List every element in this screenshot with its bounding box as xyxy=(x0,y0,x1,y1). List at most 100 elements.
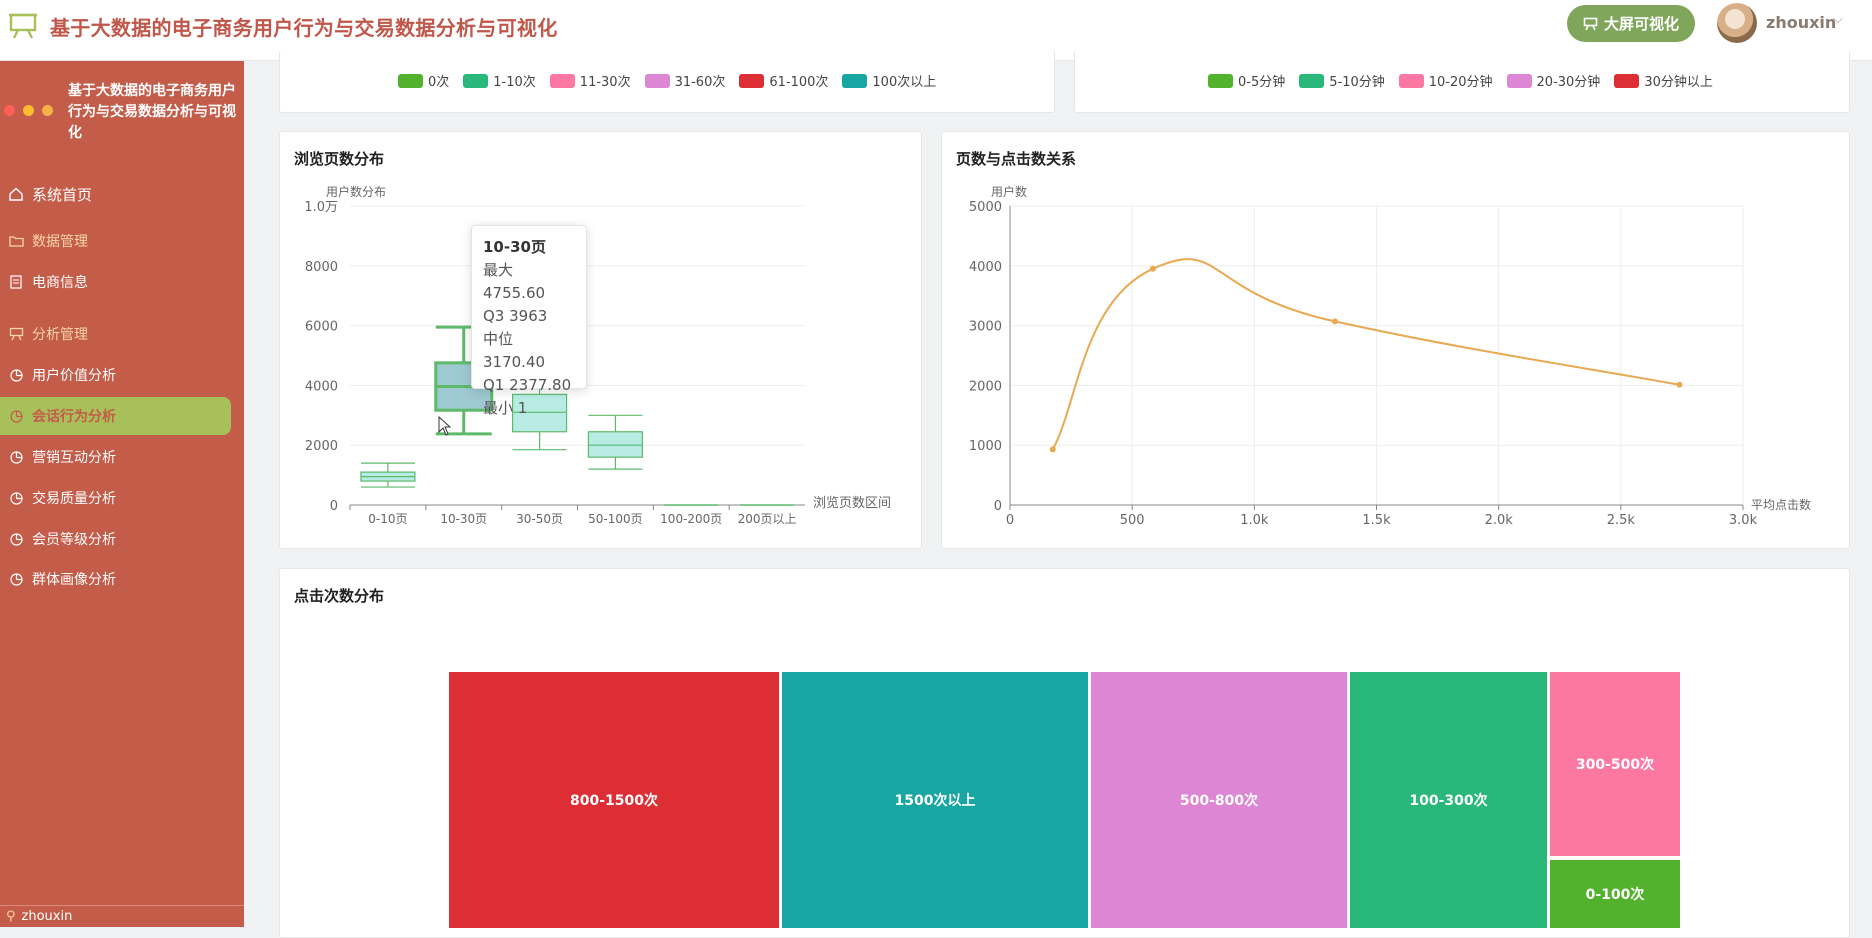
card-title: 点击次数分布 xyxy=(294,587,385,605)
legend-item[interactable]: 20-30分钟 xyxy=(1506,71,1601,90)
sidebar-item-ecommerce[interactable]: 电商信息 xyxy=(0,267,244,297)
box-plot[interactable]: 用户数分布 0 2000 4000 6000 8000 1.0万 0-10页 10-30页 30-… xyxy=(280,132,923,550)
legend-label: 5-10分钟 xyxy=(1329,75,1385,90)
legend-label: 20-30分钟 xyxy=(1536,75,1601,90)
legend-item[interactable]: 1-10次 xyxy=(463,71,536,90)
treemap-cell[interactable]: 300-500次 xyxy=(1550,672,1680,856)
legend-swatch xyxy=(398,73,423,88)
sidebar-item-user-value[interactable]: 用户价值分析 xyxy=(0,359,244,391)
user-name[interactable]: zhouxin xyxy=(1766,13,1836,32)
treemap-cell[interactable]: 800-1500次 xyxy=(449,672,779,928)
app-title: 基于大数据的电子商务用户行为与交易数据分析与可视化 xyxy=(50,16,558,40)
data-point xyxy=(1049,446,1056,453)
sidebar-item-label: 会话行为分析 xyxy=(32,409,116,425)
legend-visit-count: 0次 1-10次 11-30次 31-60次 61-100次 100次以上 xyxy=(398,71,936,90)
legend-swatch xyxy=(1208,73,1233,88)
legend-item[interactable]: 61-100次 xyxy=(739,71,828,90)
legend-label: 100次以上 xyxy=(872,75,937,90)
sidebar-group-label: 分析管理 xyxy=(32,327,88,343)
x-tick-label: 3.0k xyxy=(1729,513,1758,528)
sidebar-item-group-profile[interactable]: 群体画像分析 xyxy=(0,563,244,595)
pie-chart-icon xyxy=(8,571,24,587)
box-item xyxy=(360,462,416,488)
user-icon: ⚲ xyxy=(6,909,16,924)
sidebar-group-analysis[interactable]: 分析管理 xyxy=(0,320,244,348)
sidebar-item-marketing[interactable]: 营销互动分析 xyxy=(0,441,244,473)
legend-swatch xyxy=(549,73,575,88)
chevron-down-icon[interactable]: ⌵ xyxy=(1833,12,1843,27)
y-axis-label: 用户数分布 xyxy=(326,184,386,199)
legend-item[interactable]: 10-20分钟 xyxy=(1398,71,1493,90)
y-tick-label: 4000 xyxy=(305,379,338,394)
legend-swatch xyxy=(1299,73,1325,88)
x-tick-label: 1.0k xyxy=(1240,513,1269,528)
data-point xyxy=(1149,265,1156,272)
tooltip-q3: Q3 3963 xyxy=(483,307,548,325)
legend-item[interactable]: 30分钟以上 xyxy=(1614,71,1713,90)
legend-label: 0次 xyxy=(428,75,450,90)
y-axis-label: 用户数 xyxy=(991,184,1027,199)
window-dots xyxy=(4,105,53,116)
y-tick-label: 2000 xyxy=(305,439,338,454)
tooltip-min: 最小 1 xyxy=(483,399,528,417)
x-tick-label: 500 xyxy=(1120,513,1145,528)
x-tick-label: 2.5k xyxy=(1607,513,1636,528)
legend-item[interactable]: 100次以上 xyxy=(842,71,936,90)
data-point xyxy=(1676,381,1683,388)
presentation-board-icon xyxy=(1583,17,1598,30)
legend-item[interactable]: 31-60次 xyxy=(644,71,726,90)
x-axis-label: 平均点击数 xyxy=(1751,497,1811,512)
y-tick-label: 4000 xyxy=(969,260,1002,275)
series-line xyxy=(1051,258,1680,450)
treemap-cell[interactable]: 100-300次 xyxy=(1350,672,1547,928)
big-screen-button[interactable]: 大屏可视化 xyxy=(1567,5,1695,42)
treemap-cell-label: 1500次以上 xyxy=(894,793,976,809)
red-dot-icon xyxy=(4,105,15,116)
sidebar-item-label: 群体画像分析 xyxy=(32,572,116,588)
chart-tooltip: 10-30页 最大 4755.60 Q3 3963 中位 3170.40 Q1 … xyxy=(471,225,587,417)
x-tick-label: 30-50页 xyxy=(516,512,563,526)
legend-swatch xyxy=(1398,73,1424,88)
sidebar-group-label: 数据管理 xyxy=(32,234,88,250)
avatar[interactable] xyxy=(1717,3,1757,43)
pie-chart-icon xyxy=(8,490,24,506)
legend-item[interactable]: 0-5分钟 xyxy=(1208,71,1285,90)
legend-swatch xyxy=(1614,73,1640,88)
y-tick-label: 2000 xyxy=(969,379,1002,394)
treemap-cell[interactable]: 500-800次 xyxy=(1091,672,1347,928)
treemap-cell[interactable]: 0-100次 xyxy=(1550,860,1680,928)
x-tick-label: 100-200页 xyxy=(660,512,722,526)
sidebar-item-member-level[interactable]: 会员等级分析 xyxy=(0,523,244,555)
treemap-cell-label: 300-500次 xyxy=(1575,757,1655,773)
y-tick-label: 3000 xyxy=(969,320,1002,335)
legend-label: 31-60次 xyxy=(674,75,726,90)
sidebar-item-session-behavior[interactable]: 会话行为分析 xyxy=(0,397,231,435)
legend-item[interactable]: 0次 xyxy=(398,71,449,90)
card-top-right: 0-5分钟 5-10分钟 10-20分钟 20-30分钟 30分钟以上 xyxy=(1074,50,1850,113)
legend-label: 1-10次 xyxy=(493,75,536,90)
sidebar-footer: ⚲ zhouxin xyxy=(0,905,244,927)
sidebar-item-label: 电商信息 xyxy=(32,275,88,291)
footer-user: zhouxin xyxy=(21,909,73,924)
x-tick-label: 50-100页 xyxy=(588,512,643,526)
legend-item[interactable]: 5-10分钟 xyxy=(1299,71,1385,90)
sidebar-group-data[interactable]: 数据管理 xyxy=(0,227,244,255)
pie-chart-icon xyxy=(8,367,24,383)
legend-label: 30分钟以上 xyxy=(1644,75,1713,90)
pie-chart-icon xyxy=(8,531,24,547)
x-tick-label: 2.0k xyxy=(1485,513,1514,528)
pie-chart-icon xyxy=(8,408,24,424)
legend-item[interactable]: 11-30次 xyxy=(549,71,631,90)
folder-icon xyxy=(8,233,24,249)
treemap-cell-label: 100-300次 xyxy=(1409,793,1488,809)
sidebar-item-transaction-quality[interactable]: 交易质量分析 xyxy=(0,482,244,514)
line-chart[interactable]: 用户数 0 1000 2000 3000 4000 5000 0 500 1.0k 1.5k 2.0k… xyxy=(942,132,1851,550)
sidebar-item-home[interactable]: 系统首页 xyxy=(0,178,244,210)
y-tick-label: 0 xyxy=(330,499,338,514)
treemap-cell[interactable]: 1500次以上 xyxy=(782,672,1088,928)
tooltip-title: 10-30页 xyxy=(483,238,546,256)
sidebar-title: 基于大数据的电子商务用户行为与交易数据分析与可视化 xyxy=(68,83,236,141)
x-tick-label: 0-10页 xyxy=(368,512,407,526)
presentation-board-icon xyxy=(9,13,37,39)
card-pageview-distribution: 浏览页数分布 用户数分布 0 2000 4000 6000 8000 1.0万 0-10页 10… xyxy=(279,131,922,549)
